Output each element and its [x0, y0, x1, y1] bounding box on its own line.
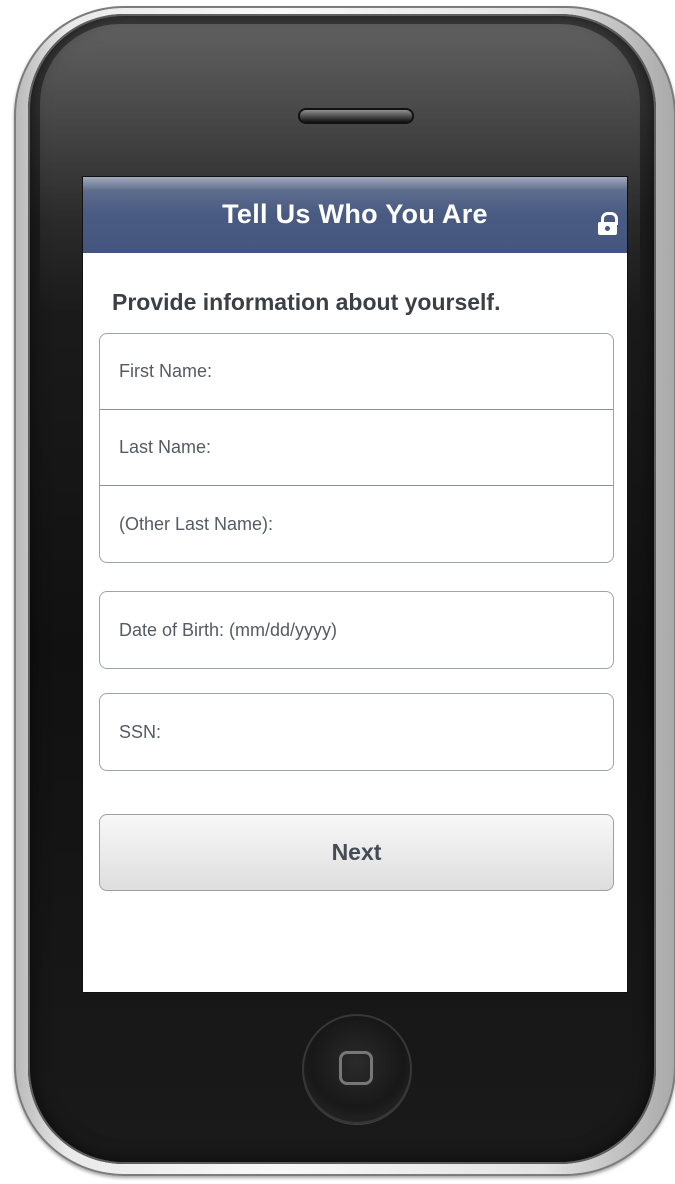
- app-header: Tell Us Who You Are: [83, 177, 627, 253]
- lock-icon: [598, 212, 618, 236]
- next-button[interactable]: Next: [99, 814, 614, 891]
- ssn-row: [100, 694, 613, 770]
- date-of-birth-row: [100, 592, 613, 668]
- date-of-birth-group: [99, 591, 614, 669]
- lock-keyhole: [605, 226, 610, 231]
- other-last-name-field[interactable]: [119, 513, 589, 535]
- home-square-icon: [339, 1051, 373, 1085]
- home-button[interactable]: [302, 1014, 412, 1124]
- page-title: Tell Us Who You Are: [222, 199, 488, 229]
- name-field-group: [99, 333, 614, 563]
- form-instructions: Provide information about yourself.: [112, 289, 501, 315]
- last-name-field[interactable]: [119, 437, 589, 458]
- first-name-field[interactable]: [119, 361, 589, 382]
- date-of-birth-field[interactable]: [119, 619, 589, 641]
- ssn-group: [99, 693, 614, 771]
- first-name-row: [100, 334, 613, 410]
- other-last-name-row: [100, 486, 613, 562]
- ssn-field[interactable]: [119, 721, 589, 743]
- speaker-icon: [300, 110, 412, 122]
- app-screen: Tell Us Who You Are Provide information …: [83, 177, 627, 992]
- last-name-row: [100, 410, 613, 486]
